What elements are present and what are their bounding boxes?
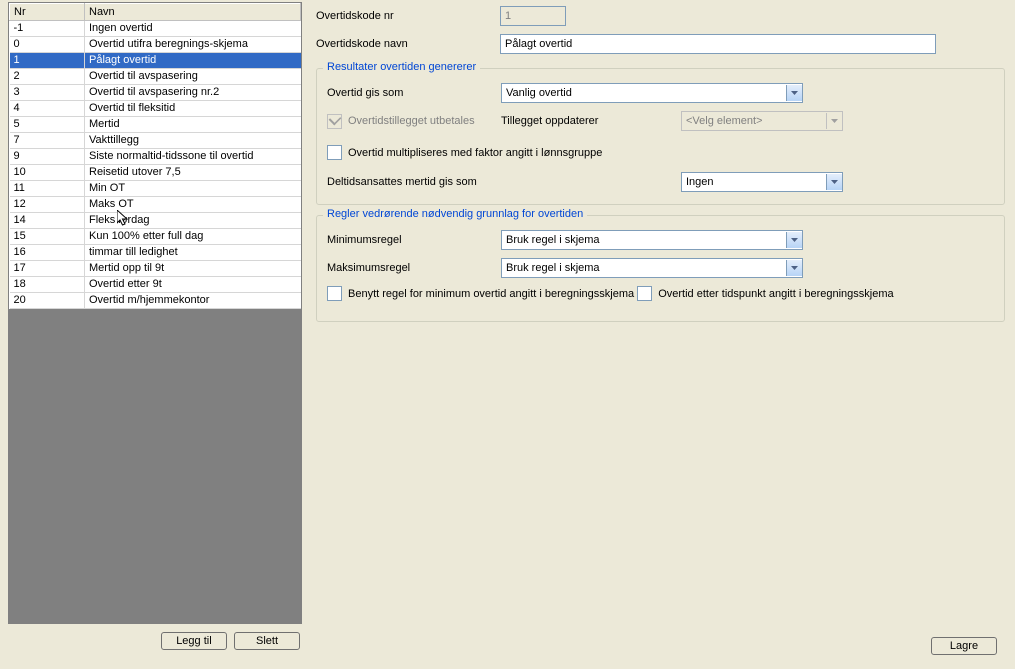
cell-nr[interactable]: 7 — [10, 133, 85, 149]
name-field[interactable] — [500, 34, 936, 54]
save-button[interactable]: Lagre — [931, 637, 997, 655]
update-label: Tillegget oppdaterer — [501, 115, 621, 127]
cell-navn[interactable]: Siste normaltid-tidssone til overtid — [85, 149, 301, 165]
table-row[interactable]: 4Overtid til fleksitid — [10, 101, 301, 117]
cell-nr[interactable]: 4 — [10, 101, 85, 117]
max-rule-label: Maksimumsregel — [327, 262, 501, 274]
checkbox-icon — [327, 114, 342, 129]
results-groupbox: Resultater overtiden genererer Overtid g… — [316, 68, 1005, 205]
chevron-down-icon — [786, 232, 802, 248]
cell-nr[interactable]: 18 — [10, 277, 85, 293]
cell-navn[interactable]: Mertid opp til 9t — [85, 261, 301, 277]
cell-navn[interactable]: Overtid m/hjemmekontor — [85, 293, 301, 309]
cell-nr[interactable]: 14 — [10, 213, 85, 229]
checkbox-icon — [327, 286, 342, 301]
chevron-down-icon — [786, 260, 802, 276]
table-row[interactable]: 1Pålagt overtid — [10, 53, 301, 69]
cell-nr[interactable]: 20 — [10, 293, 85, 309]
checkbox-icon — [327, 145, 342, 160]
col-header-nr[interactable]: Nr — [10, 4, 85, 21]
checkbox-icon — [637, 286, 652, 301]
multiply-checkbox[interactable]: Overtid multipliseres med faktor angitt … — [327, 145, 602, 160]
chevron-down-icon — [826, 113, 842, 129]
cell-navn[interactable]: Min OT — [85, 181, 301, 197]
cell-navn[interactable]: Fleks lørdag — [85, 213, 301, 229]
cell-nr[interactable]: 9 — [10, 149, 85, 165]
cell-nr[interactable]: 17 — [10, 261, 85, 277]
name-label: Overtidskode navn — [316, 38, 500, 50]
cell-nr[interactable]: -1 — [10, 21, 85, 37]
id-field: 1 — [500, 6, 566, 26]
add-button[interactable]: Legg til — [161, 632, 227, 650]
parttime-label: Deltidsansattes mertid gis som — [327, 176, 681, 188]
overtime-as-combo[interactable]: Vanlig overtid — [501, 83, 803, 103]
table-row[interactable]: 11Min OT — [10, 181, 301, 197]
table-row[interactable]: 20Overtid m/hjemmekontor — [10, 293, 301, 309]
overtime-codes-grid-panel: Nr Navn -1Ingen overtid0Overtid utifra b… — [8, 2, 302, 624]
chevron-down-icon — [826, 174, 842, 190]
cell-nr[interactable]: 15 — [10, 229, 85, 245]
cell-navn[interactable]: Reisetid utover 7,5 — [85, 165, 301, 181]
cell-nr[interactable]: 2 — [10, 69, 85, 85]
cell-navn[interactable]: Overtid etter 9t — [85, 277, 301, 293]
table-row[interactable]: 16timmar till ledighet — [10, 245, 301, 261]
cell-navn[interactable]: timmar till ledighet — [85, 245, 301, 261]
overtime-as-label: Overtid gis som — [327, 87, 501, 99]
rules-cb1[interactable]: Benytt regel for minimum overtid angitt … — [327, 286, 634, 301]
cell-navn[interactable]: Overtid til avspasering nr.2 — [85, 85, 301, 101]
min-rule-label: Minimumsregel — [327, 234, 501, 246]
table-row[interactable]: 10Reisetid utover 7,5 — [10, 165, 301, 181]
col-header-navn[interactable]: Navn — [85, 4, 301, 21]
cell-navn[interactable]: Pålagt overtid — [85, 53, 301, 69]
update-combo: <Velg element> — [681, 111, 843, 131]
parttime-combo[interactable]: Ingen — [681, 172, 843, 192]
table-row[interactable]: 0Overtid utifra beregnings-skjema — [10, 37, 301, 53]
chevron-down-icon — [786, 85, 802, 101]
table-row[interactable]: -1Ingen overtid — [10, 21, 301, 37]
table-row[interactable]: 14Fleks lørdag — [10, 213, 301, 229]
table-row[interactable]: 2Overtid til avspasering — [10, 69, 301, 85]
paid-checkbox: Overtidstillegget utbetales — [327, 114, 501, 129]
cell-navn[interactable]: Overtid til fleksitid — [85, 101, 301, 117]
table-row[interactable]: 12Maks OT — [10, 197, 301, 213]
cell-nr[interactable]: 1 — [10, 53, 85, 69]
table-row[interactable]: 15Kun 100% etter full dag — [10, 229, 301, 245]
results-groupbox-legend: Resultater overtiden genererer — [323, 61, 480, 73]
cell-nr[interactable]: 10 — [10, 165, 85, 181]
max-rule-combo[interactable]: Bruk regel i skjema — [501, 258, 803, 278]
id-label: Overtidskode nr — [316, 10, 500, 22]
delete-button[interactable]: Slett — [234, 632, 300, 650]
min-rule-combo[interactable]: Bruk regel i skjema — [501, 230, 803, 250]
cell-navn[interactable]: Mertid — [85, 117, 301, 133]
rules-groupbox-legend: Regler vedrørende nødvendig grunnlag for… — [323, 208, 587, 220]
overtime-codes-table[interactable]: Nr Navn -1Ingen overtid0Overtid utifra b… — [9, 3, 301, 309]
cell-nr[interactable]: 5 — [10, 117, 85, 133]
cell-nr[interactable]: 11 — [10, 181, 85, 197]
cell-nr[interactable]: 16 — [10, 245, 85, 261]
cell-navn[interactable]: Overtid utifra beregnings-skjema — [85, 37, 301, 53]
cell-navn[interactable]: Maks OT — [85, 197, 301, 213]
table-row[interactable]: 5Mertid — [10, 117, 301, 133]
cell-navn[interactable]: Kun 100% etter full dag — [85, 229, 301, 245]
table-row[interactable]: 7Vakttillegg — [10, 133, 301, 149]
cell-nr[interactable]: 12 — [10, 197, 85, 213]
cell-nr[interactable]: 0 — [10, 37, 85, 53]
table-row[interactable]: 18Overtid etter 9t — [10, 277, 301, 293]
table-row[interactable]: 17Mertid opp til 9t — [10, 261, 301, 277]
cell-navn[interactable]: Overtid til avspasering — [85, 69, 301, 85]
rules-groupbox: Regler vedrørende nødvendig grunnlag for… — [316, 215, 1005, 322]
cell-nr[interactable]: 3 — [10, 85, 85, 101]
cell-navn[interactable]: Vakttillegg — [85, 133, 301, 149]
rules-cb2[interactable]: Overtid etter tidspunkt angitt i beregni… — [637, 286, 893, 301]
table-row[interactable]: 3Overtid til avspasering nr.2 — [10, 85, 301, 101]
table-row[interactable]: 9Siste normaltid-tidssone til overtid — [10, 149, 301, 165]
cell-navn[interactable]: Ingen overtid — [85, 21, 301, 37]
